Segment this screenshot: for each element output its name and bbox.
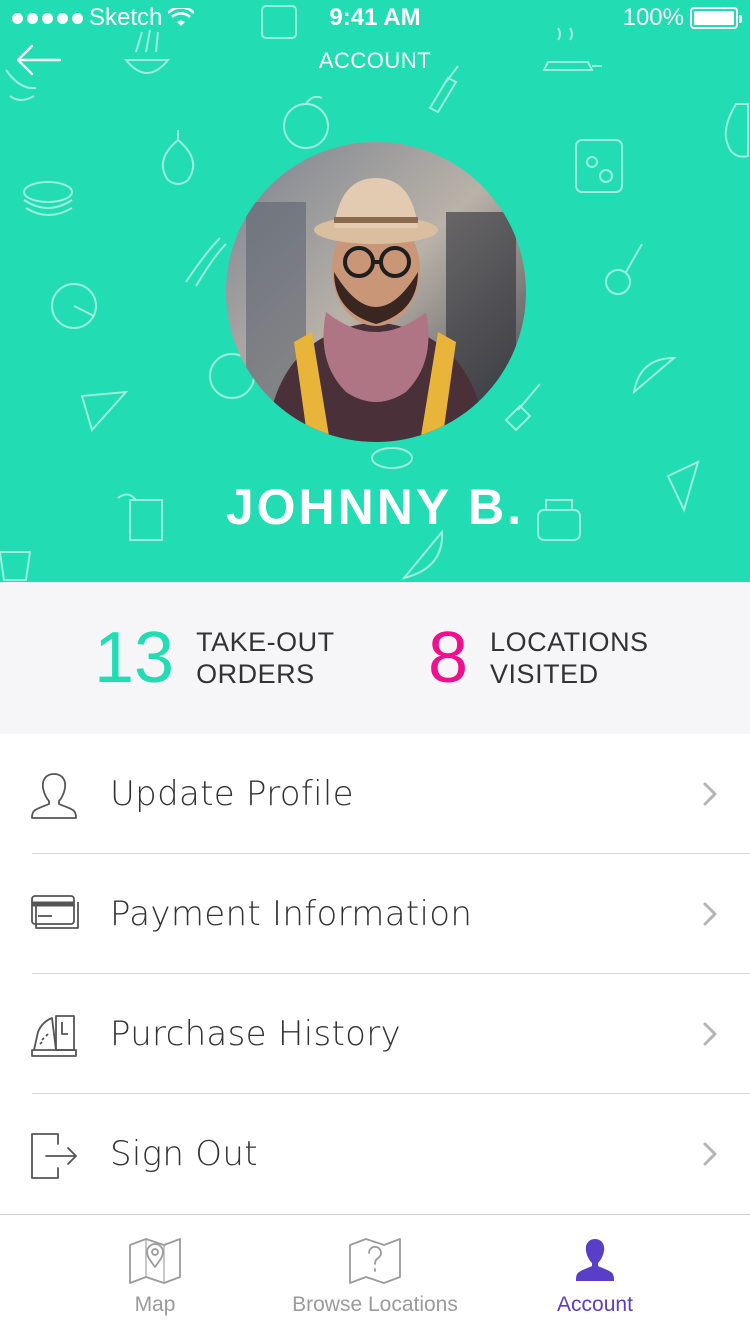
tab-map[interactable]: Map bbox=[45, 1215, 265, 1334]
profile-photo bbox=[226, 142, 526, 442]
tab-bar: Map Browse Locations Account bbox=[0, 1214, 750, 1334]
status-bar: Sketch 9:41 AM 100% bbox=[0, 0, 750, 40]
stat-locations-label-line1: LOCATIONS bbox=[490, 627, 649, 657]
menu-label-sign-out: Sign Out bbox=[110, 1134, 258, 1174]
stat-orders-label-line2: ORDERS bbox=[196, 659, 315, 689]
tab-label-browse-locations: Browse Locations bbox=[292, 1293, 458, 1316]
stat-orders-value: 13 bbox=[94, 618, 175, 698]
tab-label-map: Map bbox=[134, 1293, 176, 1316]
stats-bar: 13 TAKE-OUT ORDERS 8 LOCATIONS VISITED bbox=[0, 582, 750, 734]
battery-percent: 100% bbox=[622, 4, 684, 31]
user-icon bbox=[31, 773, 77, 819]
tab-label-account: Account bbox=[557, 1293, 633, 1316]
stat-orders-label: TAKE-OUT ORDERS bbox=[196, 626, 335, 690]
chevron-right-icon bbox=[703, 1142, 717, 1166]
status-right: 100% bbox=[622, 4, 742, 32]
menu-item-update-profile[interactable]: Update Profile bbox=[0, 734, 750, 854]
cash-register-icon bbox=[31, 1015, 77, 1057]
credit-card-icon bbox=[31, 895, 79, 929]
map-question-icon bbox=[349, 1238, 401, 1284]
menu-label-update-profile: Update Profile bbox=[110, 774, 354, 814]
menu-item-sign-out[interactable]: Sign Out bbox=[0, 1094, 750, 1214]
profile-header: Sketch 9:41 AM 100% ACCOUNT JOHNNY B. bbox=[0, 0, 750, 582]
chevron-right-icon bbox=[703, 1022, 717, 1046]
map-icon bbox=[129, 1238, 181, 1284]
avatar bbox=[226, 142, 526, 442]
stat-takeout-orders: 13 TAKE-OUT ORDERS bbox=[94, 618, 335, 698]
sign-out-icon bbox=[31, 1133, 77, 1179]
stat-locations-value: 8 bbox=[428, 618, 469, 698]
menu-label-purchase-history: Purchase History bbox=[110, 1014, 401, 1054]
stat-locations-visited: 8 LOCATIONS VISITED bbox=[428, 618, 649, 698]
menu-item-purchase-history[interactable]: Purchase History bbox=[0, 974, 750, 1094]
menu-label-payment-information: Payment Information bbox=[110, 894, 473, 934]
account-menu: Update Profile Payment Information Purch… bbox=[0, 734, 750, 1214]
page-title: ACCOUNT bbox=[318, 48, 432, 73]
stat-locations-label: LOCATIONS VISITED bbox=[490, 626, 649, 690]
user-name: JOHNNY B. bbox=[225, 479, 525, 535]
tab-account[interactable]: Account bbox=[485, 1215, 705, 1334]
chevron-right-icon bbox=[703, 782, 717, 806]
stat-orders-label-line1: TAKE-OUT bbox=[196, 627, 335, 657]
tab-browse-locations[interactable]: Browse Locations bbox=[265, 1215, 485, 1334]
battery-icon bbox=[690, 7, 742, 29]
person-icon bbox=[576, 1239, 614, 1281]
stat-locations-label-line2: VISITED bbox=[490, 659, 599, 689]
chevron-right-icon bbox=[703, 902, 717, 926]
menu-item-payment-information[interactable]: Payment Information bbox=[0, 854, 750, 974]
